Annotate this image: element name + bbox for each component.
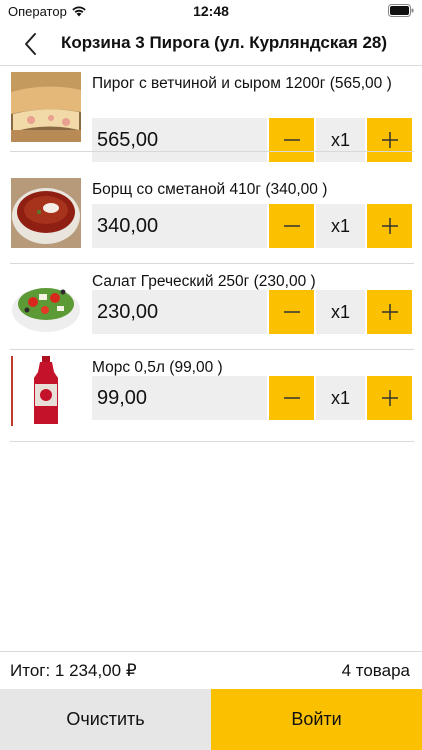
- pie-photo: [11, 72, 81, 142]
- item-name: Морс 0,5л (99,00 ): [92, 359, 223, 376]
- item-name: Салат Греческий 250г (230,00 ): [92, 273, 316, 290]
- nav-bar: Корзина 3 Пирога (ул. Курляндская 28): [0, 22, 422, 66]
- borscht-photo: [11, 178, 81, 248]
- minus-icon: [283, 139, 300, 141]
- minus-icon: [283, 225, 300, 227]
- price-field: 99,00: [92, 376, 267, 420]
- item-name: Пирог с ветчиной и сыром 1200г (565,00 ): [92, 75, 392, 92]
- cart-item: Пирог с ветчиной и сыром 1200г (565,00 )…: [0, 66, 422, 162]
- page-title: Корзина 3 Пирога (ул. Курляндская 28): [61, 33, 388, 52]
- plus-icon: [381, 132, 398, 148]
- juice-bottle-photo: [11, 356, 81, 426]
- plus-icon: [381, 390, 398, 406]
- item-count: 4 товара: [341, 661, 410, 680]
- row-divider: [10, 441, 414, 442]
- quantity-value: x1: [316, 204, 365, 248]
- decrease-quantity-button[interactable]: [269, 204, 314, 248]
- cart-summary: Итог: 1 234,00 ₽ 4 товара: [0, 651, 422, 690]
- cart-item: Салат Греческий 250г (230,00 ) 230,00 x1: [0, 264, 422, 350]
- price-value: 99,00: [97, 387, 148, 409]
- decrease-quantity-button[interactable]: [269, 118, 314, 162]
- price-field: 340,00: [92, 204, 267, 248]
- item-name: Борщ со сметаной 410г (340,00 ): [92, 181, 328, 198]
- plus-icon: [381, 218, 398, 234]
- decrease-quantity-button[interactable]: [269, 376, 314, 420]
- cart-item: Морс 0,5л (99,00 ) 99,00 x1: [0, 350, 422, 442]
- quantity-value: x1: [316, 290, 365, 334]
- minus-icon: [283, 311, 300, 313]
- quantity-value: x1: [316, 376, 365, 420]
- status-bar: Оператор 12:48: [0, 0, 422, 22]
- price-value: 230,00: [97, 301, 159, 323]
- decrease-quantity-button[interactable]: [269, 290, 314, 334]
- minus-icon: [283, 397, 300, 399]
- increase-quantity-button[interactable]: [367, 376, 412, 420]
- row-divider: [10, 151, 414, 152]
- cart-item: Борщ со сметаной 410г (340,00 ) 340,00 x…: [0, 172, 422, 264]
- login-button[interactable]: Войти: [211, 689, 422, 750]
- plus-icon: [381, 304, 398, 320]
- clear-cart-button[interactable]: Очистить: [0, 689, 211, 750]
- increase-quantity-button[interactable]: [367, 204, 412, 248]
- salad-photo: [11, 270, 81, 340]
- chevron-left-icon: [25, 33, 36, 55]
- increase-quantity-button[interactable]: [367, 290, 412, 334]
- increase-quantity-button[interactable]: [367, 118, 412, 162]
- status-time: 12:48: [193, 3, 229, 19]
- back-button[interactable]: [18, 30, 46, 58]
- battery-icon: [388, 4, 414, 17]
- price-value: 565,00: [97, 129, 159, 151]
- total-amount: Итог: 1 234,00 ₽: [10, 661, 137, 680]
- price-field: 230,00: [92, 290, 267, 334]
- price-field: 565,00: [92, 118, 267, 162]
- price-value: 340,00: [97, 215, 159, 237]
- quantity-value: x1: [316, 118, 365, 162]
